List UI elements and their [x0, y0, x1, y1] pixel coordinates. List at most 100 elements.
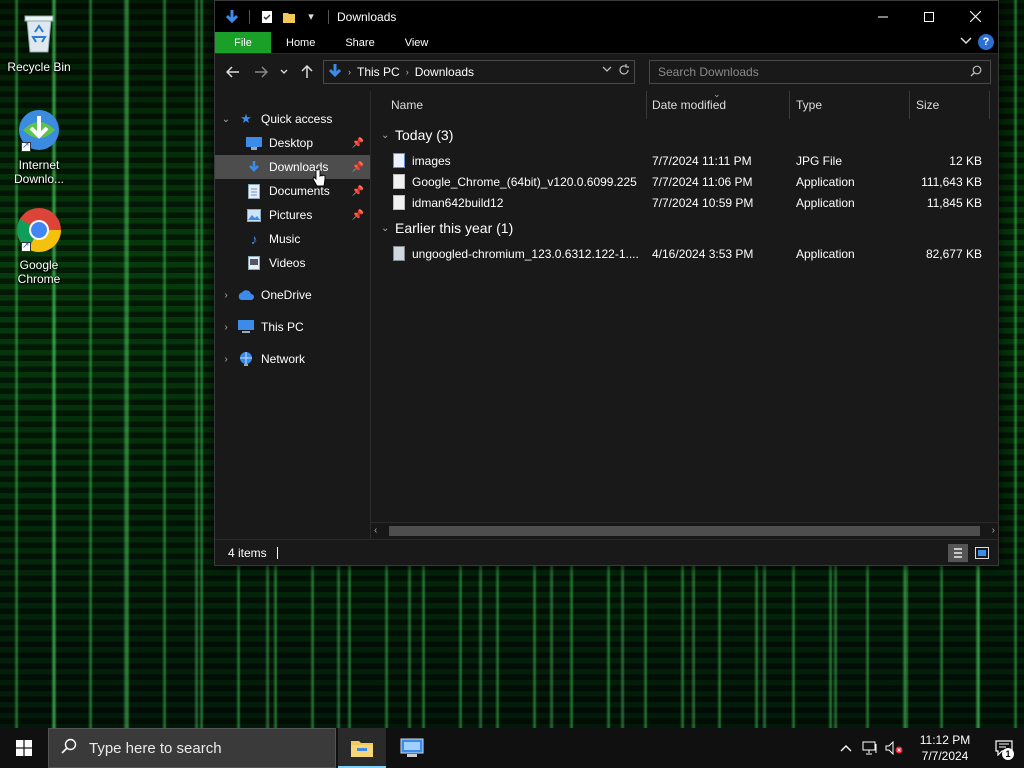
- ribbon-tabs: File Home Share View ?: [215, 32, 998, 54]
- column-header-date-modified[interactable]: Date modified: [646, 91, 790, 119]
- column-header-name[interactable]: Name: [385, 91, 647, 119]
- documents-folder-icon: [245, 183, 263, 199]
- pin-icon: 📌: [351, 161, 364, 173]
- title-bar[interactable]: ▾ Downloads: [215, 1, 998, 32]
- tab-view[interactable]: View: [390, 32, 444, 53]
- customize-toolbar-chevron-icon[interactable]: ▾: [302, 8, 320, 26]
- file-row[interactable]: idman642build12 7/7/2024 10:59 PM Applic…: [371, 192, 998, 213]
- scrollbar-thumb[interactable]: [389, 526, 980, 536]
- desktop-icon-google-chrome[interactable]: Google Chrome: [4, 206, 74, 286]
- nav-item-desktop[interactable]: Desktop 📌: [215, 131, 370, 155]
- back-button[interactable]: [221, 60, 245, 84]
- collapse-chevron-icon[interactable]: ⌄: [381, 223, 395, 234]
- group-header-earlier-this-year[interactable]: ⌄ Earlier this year (1): [371, 213, 998, 243]
- minimize-button[interactable]: [860, 1, 906, 32]
- file-size: 11,845 KB: [926, 196, 982, 210]
- search-box[interactable]: [649, 60, 991, 84]
- item-count: 4 items: [228, 545, 267, 560]
- search-input[interactable]: [658, 65, 958, 79]
- nav-item-pictures[interactable]: Pictures 📌: [215, 203, 370, 227]
- breadcrumb-this-pc[interactable]: This PC: [357, 65, 400, 79]
- nav-onedrive[interactable]: › OneDrive: [215, 283, 370, 307]
- nav-item-videos[interactable]: Videos: [215, 251, 370, 275]
- horizontal-scrollbar[interactable]: ‹ ›: [371, 522, 998, 539]
- computer-icon: [237, 319, 255, 335]
- volume-muted-icon[interactable]: [882, 728, 906, 768]
- file-type: Application: [796, 175, 855, 189]
- nav-item-documents[interactable]: Documents 📌: [215, 179, 370, 203]
- ribbon-right-controls: ?: [960, 34, 994, 50]
- tab-share[interactable]: Share: [330, 32, 389, 53]
- expand-ribbon-chevron-icon[interactable]: [960, 36, 972, 48]
- file-name: Google_Chrome_(64bit)_v120.0.6099.225: [412, 175, 637, 189]
- file-name: ungoogled-chromium_123.0.6312.122-1....: [412, 247, 639, 261]
- action-center-button[interactable]: 1: [984, 728, 1024, 768]
- shortcut-arrow-icon: [21, 140, 31, 152]
- column-header-size[interactable]: Size: [910, 91, 990, 119]
- file-row[interactable]: Google_Chrome_(64bit)_v120.0.6099.225 7/…: [371, 171, 998, 192]
- file-size: 111,643 KB: [921, 175, 982, 189]
- nav-this-pc[interactable]: › This PC: [215, 315, 370, 339]
- up-button[interactable]: [295, 60, 319, 84]
- tab-home[interactable]: Home: [271, 32, 330, 53]
- file-row[interactable]: images 7/7/2024 11:11 PM JPG File 12 KB: [371, 150, 998, 171]
- nav-quick-access[interactable]: ⌄ ★ Quick access: [215, 107, 370, 131]
- collapse-chevron-icon[interactable]: ⌄: [381, 130, 395, 141]
- nav-item-music[interactable]: ♪ Music: [215, 227, 370, 251]
- nav-item-label: This PC: [261, 320, 304, 334]
- address-dropdown-chevron-icon[interactable]: [602, 64, 612, 79]
- file-list-pane[interactable]: ⌄ Name Date modified Type Size ⌄ Today (…: [371, 89, 998, 539]
- group-header-today[interactable]: ⌄ Today (3): [371, 120, 998, 150]
- expand-chevron-right-icon[interactable]: ›: [215, 354, 237, 365]
- new-folder-icon[interactable]: [280, 8, 298, 26]
- videos-folder-icon: [245, 255, 263, 271]
- properties-icon[interactable]: [258, 8, 276, 26]
- desktop-folder-icon: [245, 135, 263, 151]
- nav-item-label: Quick access: [261, 112, 333, 126]
- desktop-icon-recycle-bin[interactable]: Recycle Bin: [4, 8, 74, 74]
- system-tray: 11:12 PM 7/7/2024 1: [834, 728, 1024, 768]
- expand-chevron-down-icon[interactable]: ⌄: [215, 114, 237, 125]
- file-name: idman642build12: [412, 196, 504, 210]
- network-status-icon[interactable]: [858, 728, 882, 768]
- clock[interactable]: 11:12 PM 7/7/2024: [906, 732, 984, 764]
- taskbar-search-box[interactable]: Type here to search: [48, 728, 336, 768]
- start-button[interactable]: [0, 728, 48, 768]
- file-size: 12 KB: [949, 154, 982, 168]
- taskbar: Type here to search 11:12 PM 7/7/2024 1: [0, 728, 1024, 768]
- taskbar-app-network[interactable]: [388, 728, 436, 768]
- column-header-type[interactable]: Type: [790, 91, 910, 119]
- file-row[interactable]: ungoogled-chromium_123.0.6312.122-1.... …: [371, 243, 998, 264]
- file-explorer-icon: [351, 741, 373, 757]
- pin-icon: 📌: [351, 185, 364, 197]
- scroll-left-arrow-icon[interactable]: ‹: [374, 525, 377, 536]
- details-view-button[interactable]: [948, 544, 968, 562]
- network-globe-icon: [237, 351, 255, 367]
- address-bar[interactable]: › This PC › Downloads: [323, 60, 635, 84]
- maximize-button[interactable]: [906, 1, 952, 32]
- close-button[interactable]: [952, 1, 998, 32]
- expand-chevron-right-icon[interactable]: ›: [215, 322, 237, 333]
- navigation-pane[interactable]: ⌄ ★ Quick access Desktop 📌 Downloads 📌 D…: [215, 91, 371, 539]
- help-button[interactable]: ?: [978, 34, 994, 50]
- taskbar-file-explorer[interactable]: [338, 728, 386, 768]
- clock-time: 11:12 PM: [919, 733, 971, 747]
- forward-button[interactable]: [249, 60, 273, 84]
- nav-network[interactable]: › Network: [215, 347, 370, 371]
- nav-item-downloads[interactable]: Downloads 📌: [215, 155, 370, 179]
- file-type: Application: [796, 196, 855, 210]
- caption-buttons: [860, 1, 998, 32]
- expand-chevron-right-icon[interactable]: ›: [215, 290, 237, 301]
- tab-file[interactable]: File: [215, 32, 271, 53]
- large-icons-view-button[interactable]: [972, 544, 992, 562]
- refresh-icon[interactable]: [618, 64, 630, 79]
- desktop-icon-internet-download-manager[interactable]: Internet Downlo...: [4, 106, 74, 186]
- status-separator: [276, 546, 278, 559]
- show-hidden-icons-chevron-icon[interactable]: [834, 728, 858, 768]
- recent-locations-chevron-icon[interactable]: [277, 60, 291, 84]
- scroll-right-arrow-icon[interactable]: ›: [992, 525, 995, 536]
- breadcrumb-separator-icon: ›: [348, 67, 351, 77]
- address-row: › This PC › Downloads: [215, 54, 998, 90]
- breadcrumb-downloads[interactable]: Downloads: [415, 65, 474, 79]
